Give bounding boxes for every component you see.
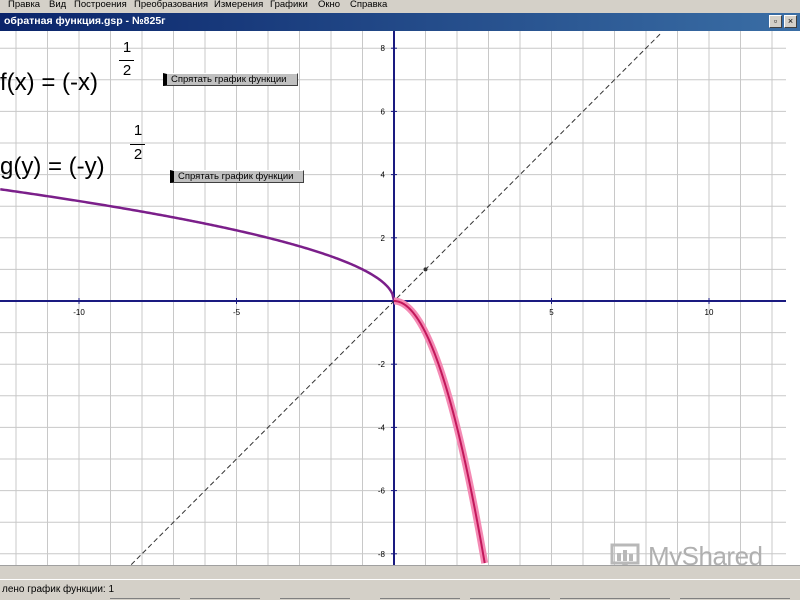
formula-g-text: g(y) = (-y) bbox=[0, 153, 105, 180]
coordinate-plane[interactable]: -10 -5 5 10 8 6 4 2 -2 -4 -6 -8 bbox=[0, 31, 800, 565]
y-tick-label: -4 bbox=[378, 423, 386, 432]
formula-f[interactable]: f(x) = (-x) bbox=[0, 69, 98, 97]
y-tick-label: -2 bbox=[378, 360, 386, 369]
horizontal-scrollbar[interactable] bbox=[0, 565, 800, 579]
y-tick-label: 4 bbox=[381, 171, 386, 180]
formula-g-exponent-numerator: 1 bbox=[133, 122, 143, 139]
marked-point bbox=[423, 267, 428, 272]
y-tick-label: -8 bbox=[378, 550, 386, 559]
x-tick-label: -10 bbox=[73, 308, 85, 317]
y-tick-label: -6 bbox=[378, 487, 386, 496]
formula-g: g(y) = (-y) bbox=[0, 153, 105, 181]
status-bar: лено график функции: 1 bbox=[0, 579, 800, 600]
g-graph bbox=[393, 300, 486, 564]
menu-item-help[interactable]: Справка bbox=[350, 0, 387, 10]
menu-bar: Правка Вид Построения Преобразования Изм… bbox=[0, 0, 800, 13]
vertical-scrollbar[interactable] bbox=[786, 31, 800, 565]
document-title-bar: обратная функция.gsp - №825г ▫ × bbox=[0, 13, 800, 31]
close-button[interactable]: × bbox=[784, 15, 797, 28]
x-tick-label: -5 bbox=[233, 308, 241, 317]
menu-item-view[interactable]: Вид bbox=[49, 0, 66, 10]
menu-item-transform[interactable]: Преобразования bbox=[134, 0, 208, 10]
menu-item-construct[interactable]: Построения bbox=[74, 0, 127, 10]
formula-g-fraction-bar bbox=[130, 144, 145, 145]
formula-f-fraction-bar bbox=[119, 60, 134, 61]
formula-f-exponent-denominator: 2 bbox=[122, 62, 132, 79]
g-graph-highlight bbox=[393, 297, 489, 564]
formula-f-exponent-numerator: 1 bbox=[122, 39, 132, 56]
x-tick-label: 10 bbox=[705, 308, 714, 317]
formula-g-exponent-denominator: 2 bbox=[133, 146, 143, 163]
hide-g-graph-button[interactable]: Спрятать график функции bbox=[170, 170, 304, 183]
restore-button[interactable]: ▫ bbox=[769, 15, 782, 28]
status-text: лено график функции: 1 bbox=[2, 584, 115, 595]
menu-item-edit[interactable]: Правка bbox=[8, 0, 40, 10]
sketch-canvas[interactable]: -10 -5 5 10 8 6 4 2 -2 -4 -6 -8 f(x) = (-x) 1 2 Спр… bbox=[0, 31, 800, 576]
x-tick-label: 5 bbox=[549, 308, 554, 317]
menu-item-window[interactable]: Окно bbox=[318, 0, 340, 10]
y-tick-label: 2 bbox=[381, 234, 386, 243]
y-tick-label: 6 bbox=[381, 107, 386, 116]
document-title: обратная функция.gsp - №825г bbox=[4, 15, 166, 27]
hide-f-graph-button[interactable]: Спрятать график функции bbox=[163, 73, 298, 86]
formula-f-text: f(x) = (-x) bbox=[0, 69, 98, 96]
y-tick-label: 8 bbox=[381, 44, 386, 53]
identity-line bbox=[130, 32, 663, 565]
menu-item-measure[interactable]: Измерения bbox=[214, 0, 263, 10]
menu-item-graph[interactable]: Графики bbox=[270, 0, 308, 10]
